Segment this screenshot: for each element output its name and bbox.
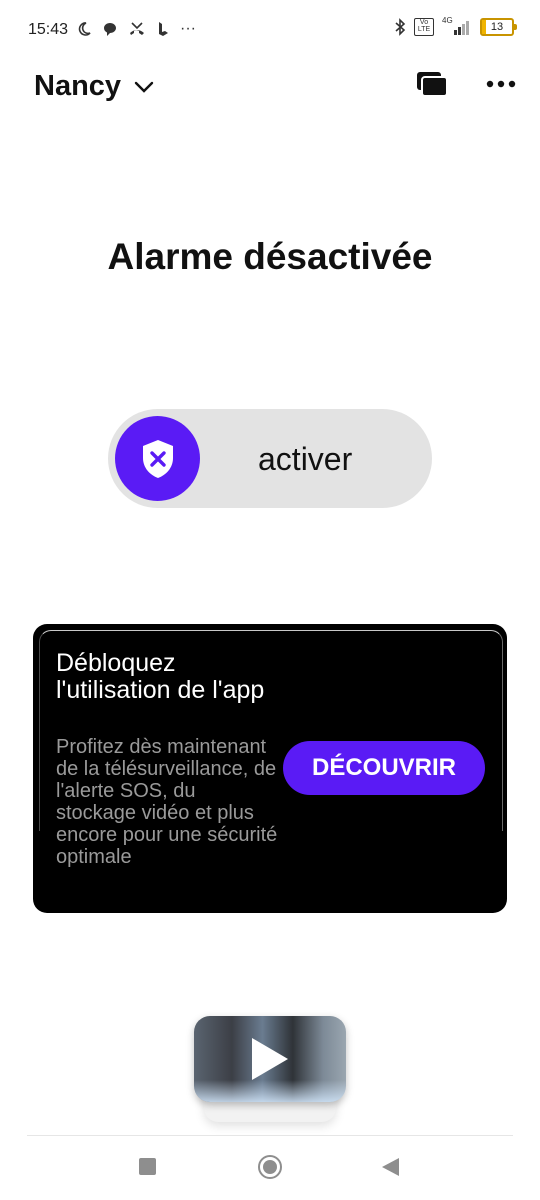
play-icon — [252, 1038, 288, 1080]
more-dots-icon: ··· — [180, 20, 196, 37]
promo-description: Profitez dès maintenant de la télésurvei… — [56, 736, 278, 868]
back-icon[interactable] — [382, 1158, 399, 1176]
alarm-activate-toggle[interactable]: activer — [108, 409, 432, 508]
toggle-label: activer — [258, 441, 353, 477]
header-actions — [416, 70, 516, 98]
status-time: 15:43 — [28, 21, 69, 38]
shield-x-icon — [142, 439, 173, 478]
bing-icon — [159, 22, 168, 36]
video-thumbnail-stack[interactable] — [194, 1016, 346, 1122]
upgrade-promo-card: Débloquez l'utilisation de l'app Profite… — [33, 624, 507, 913]
app-header: Nancy — [0, 60, 540, 120]
toggle-knob[interactable] — [115, 416, 200, 501]
discover-button[interactable]: DÉCOUVRIR — [283, 741, 485, 795]
promo-title: Débloquez l'utilisation de l'app — [56, 649, 265, 704]
volte-icon: Vo LTE — [414, 18, 434, 36]
missed-call-icon — [130, 22, 144, 35]
home-icon[interactable] — [258, 1155, 282, 1179]
status-bar: 15:43 ··· Vo LTE 4G 13 — [0, 0, 540, 60]
alarm-status-title: Alarme désactivée — [107, 236, 433, 277]
home-name-label: Nancy — [34, 70, 122, 102]
signal-icon: 4G — [442, 16, 472, 36]
bluetooth-icon — [395, 18, 406, 36]
moon-icon — [78, 22, 91, 36]
system-navbar — [0, 1136, 540, 1200]
recents-icon[interactable] — [139, 1158, 156, 1175]
more-icon[interactable] — [486, 80, 516, 88]
status-notification-icons: ··· — [76, 20, 196, 38]
battery-indicator: 13 — [480, 18, 517, 36]
chevron-down-icon — [134, 81, 154, 93]
chat-icon — [104, 23, 116, 36]
cameras-icon[interactable] — [416, 70, 448, 98]
status-system-icons: Vo LTE 4G 13 — [394, 16, 517, 36]
home-selector[interactable]: Nancy — [34, 70, 155, 103]
